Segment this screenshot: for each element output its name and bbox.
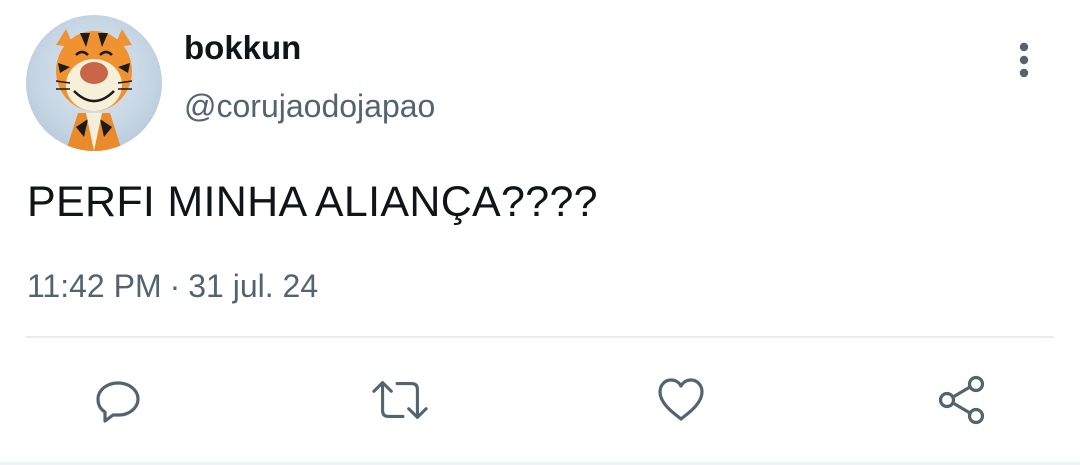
heart-icon <box>658 378 704 421</box>
retweet-icon <box>372 381 428 419</box>
tweet-timestamp[interactable]: 11:42 PM · 31 jul. 24 <box>27 266 318 306</box>
retweet-button[interactable] <box>370 370 430 430</box>
user-handle[interactable]: @corujaodojapao <box>184 86 435 126</box>
more-options-button[interactable] <box>1004 38 1044 82</box>
reply-icon <box>96 381 140 423</box>
more-vertical-icon <box>1019 42 1029 78</box>
avatar[interactable] <box>26 15 162 151</box>
tweet-text: PERFI MINHA ALIANÇA???? <box>27 178 598 226</box>
tigger-avatar-icon <box>55 29 133 151</box>
reply-button[interactable] <box>88 370 148 430</box>
share-icon <box>938 375 985 425</box>
share-button[interactable] <box>932 370 992 430</box>
display-name[interactable]: bokkun <box>184 28 301 68</box>
like-button[interactable] <box>651 370 711 430</box>
tweet-time: 11:42 PM <box>27 268 162 304</box>
meta-separator: · <box>169 268 181 304</box>
tweet-card: bokkun @corujaodojapao PERFI MINHA ALIAN… <box>0 0 1080 465</box>
divider <box>26 336 1054 338</box>
tweet-date: 31 jul. 24 <box>188 268 319 304</box>
